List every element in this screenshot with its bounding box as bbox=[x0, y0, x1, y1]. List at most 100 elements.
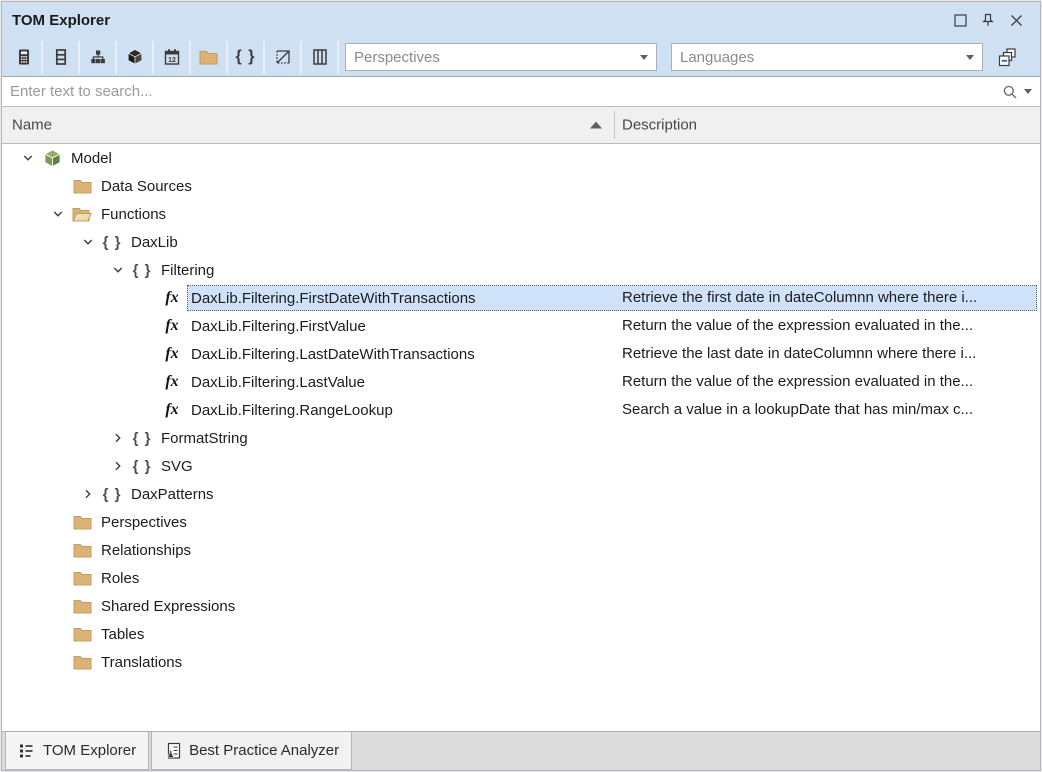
tree-item-label: DaxLib.Filtering.LastDateWithTransaction… bbox=[188, 346, 478, 363]
braces-icon: { } bbox=[130, 452, 154, 480]
calendar-icon: 12 bbox=[163, 48, 181, 66]
tree-row[interactable]: { }SVG bbox=[2, 452, 1040, 480]
search-bar[interactable]: Enter text to search... bbox=[2, 76, 1040, 106]
perspectives-dropdown[interactable]: Perspectives bbox=[345, 43, 657, 71]
titlebar: TOM Explorer bbox=[2, 2, 1040, 38]
tree-row[interactable]: Model bbox=[2, 144, 1040, 172]
close-button[interactable] bbox=[1002, 7, 1030, 33]
tree-row[interactable]: fxDaxLib.Filtering.RangeLookupSearch a v… bbox=[2, 396, 1040, 424]
grid-header: Name Description bbox=[2, 106, 1040, 144]
tree-row[interactable]: Relationships bbox=[2, 536, 1040, 564]
model-icon bbox=[40, 144, 64, 172]
braces-icon: { } bbox=[100, 480, 124, 508]
folder-icon bbox=[70, 648, 94, 676]
braces-icon: { } bbox=[130, 424, 154, 452]
calendar-button[interactable]: 12 bbox=[154, 41, 191, 74]
tree-row[interactable]: Perspectives bbox=[2, 508, 1040, 536]
maximize-icon bbox=[953, 13, 968, 28]
tree-row[interactable]: fxDaxLib.Filtering.LastValueReturn the v… bbox=[2, 368, 1040, 396]
columns-icon bbox=[311, 48, 329, 66]
tree-item-label: DaxLib.Filtering.LastValue bbox=[188, 374, 368, 391]
chevron-spacer bbox=[46, 536, 70, 564]
pin-button[interactable] bbox=[974, 7, 1002, 33]
tree-item-description: Search a value in a lookupDate that has … bbox=[622, 396, 973, 424]
tab-label: Best Practice Analyzer bbox=[189, 742, 339, 759]
tree-row[interactable]: Shared Expressions bbox=[2, 592, 1040, 620]
tree-item-label: DaxPatterns bbox=[128, 486, 217, 503]
tables-button[interactable] bbox=[43, 41, 80, 74]
chevron-spacer bbox=[136, 312, 160, 340]
chevron-spacer bbox=[46, 620, 70, 648]
fx-icon: fx bbox=[160, 396, 184, 424]
tree-item-label: DaxLib.Filtering.FirstDateWithTransactio… bbox=[188, 290, 479, 307]
namespaces-button[interactable]: { } bbox=[228, 41, 265, 74]
braces-icon: { } bbox=[100, 228, 124, 256]
tree-item-label: SVG bbox=[158, 458, 196, 475]
tree-row[interactable]: { }DaxLib bbox=[2, 228, 1040, 256]
tree-row[interactable]: Data Sources bbox=[2, 172, 1040, 200]
measures-button[interactable] bbox=[6, 41, 43, 74]
tree-list-icon bbox=[18, 742, 36, 760]
calculator-icon bbox=[15, 48, 33, 66]
tree-item-description: Retrieve the first date in dateColumnn w… bbox=[622, 284, 977, 312]
tab-tom-explorer[interactable]: TOM Explorer bbox=[5, 732, 149, 770]
tree-item-label: Perspectives bbox=[98, 514, 190, 531]
folder-icon bbox=[199, 49, 218, 65]
tree-row[interactable]: Functions bbox=[2, 200, 1040, 228]
analyzer-icon bbox=[164, 742, 182, 760]
tree-item-description: Return the value of the expression evalu… bbox=[622, 312, 973, 340]
chevron-right-icon[interactable] bbox=[106, 424, 130, 452]
partition-icon bbox=[274, 48, 292, 66]
column-divider[interactable] bbox=[614, 111, 615, 139]
chevron-down-icon[interactable] bbox=[76, 228, 100, 256]
maximize-button[interactable] bbox=[946, 7, 974, 33]
partitions-button[interactable] bbox=[265, 41, 302, 74]
tree-item-label: Roles bbox=[98, 570, 142, 587]
tree-row[interactable]: fxDaxLib.Filtering.LastDateWithTransacti… bbox=[2, 340, 1040, 368]
chevron-down-icon[interactable] bbox=[46, 200, 70, 228]
chevron-spacer bbox=[46, 172, 70, 200]
chevron-down-icon bbox=[640, 55, 648, 60]
tree-row[interactable]: Roles bbox=[2, 564, 1040, 592]
columns-button[interactable] bbox=[302, 41, 339, 74]
folder-icon bbox=[70, 620, 94, 648]
tree-item-label: Shared Expressions bbox=[98, 598, 238, 615]
fx-icon: fx bbox=[160, 340, 184, 368]
tree-row[interactable]: { }FormatString bbox=[2, 424, 1040, 452]
table-icon bbox=[52, 48, 70, 66]
tree-row[interactable]: fxDaxLib.Filtering.FirstValue Return the … bbox=[2, 312, 1040, 340]
tree-row[interactable]: Translations bbox=[2, 648, 1040, 676]
chevron-down-icon bbox=[966, 55, 974, 60]
folder-icon bbox=[70, 564, 94, 592]
tree-item-label: DaxLib.Filtering.FirstValue bbox=[188, 318, 369, 335]
tree-row[interactable]: { }DaxPatterns bbox=[2, 480, 1040, 508]
tom-explorer-panel: TOM Explorer bbox=[1, 1, 1041, 771]
search-input[interactable]: Enter text to search... bbox=[10, 83, 1002, 100]
chevron-spacer bbox=[136, 340, 160, 368]
hierarchies-button[interactable] bbox=[80, 41, 117, 74]
chevron-down-icon[interactable] bbox=[16, 144, 40, 172]
fx-icon: fx bbox=[160, 312, 184, 340]
search-icon[interactable] bbox=[1002, 84, 1018, 100]
sort-ascending-icon bbox=[590, 122, 602, 129]
cube-button[interactable] bbox=[117, 41, 154, 74]
column-header-description[interactable]: Description bbox=[622, 117, 697, 134]
chevron-right-icon[interactable] bbox=[76, 480, 100, 508]
folder-open-icon bbox=[70, 200, 94, 228]
folders-button[interactable] bbox=[191, 41, 228, 74]
chevron-down-icon[interactable] bbox=[106, 256, 130, 284]
tab-best-practice-analyzer[interactable]: Best Practice Analyzer bbox=[151, 732, 352, 770]
search-options-chevron-icon[interactable] bbox=[1024, 89, 1032, 94]
tree-row[interactable]: { }Filtering bbox=[2, 256, 1040, 284]
chevron-spacer bbox=[136, 396, 160, 424]
chevron-right-icon[interactable] bbox=[106, 452, 130, 480]
tree-row[interactable]: Tables bbox=[2, 620, 1040, 648]
tree-item-label: Filtering bbox=[158, 262, 217, 279]
tree-row[interactable]: fxDaxLib.Filtering.FirstDateWithTransact… bbox=[2, 284, 1040, 312]
tree-item-label: Functions bbox=[98, 206, 169, 223]
languages-dropdown[interactable]: Languages bbox=[671, 43, 983, 71]
tree-item-label: DaxLib bbox=[128, 234, 181, 251]
close-icon bbox=[1009, 13, 1024, 28]
collapse-all-button[interactable] bbox=[991, 42, 1023, 72]
column-header-name[interactable]: Name bbox=[12, 117, 52, 134]
